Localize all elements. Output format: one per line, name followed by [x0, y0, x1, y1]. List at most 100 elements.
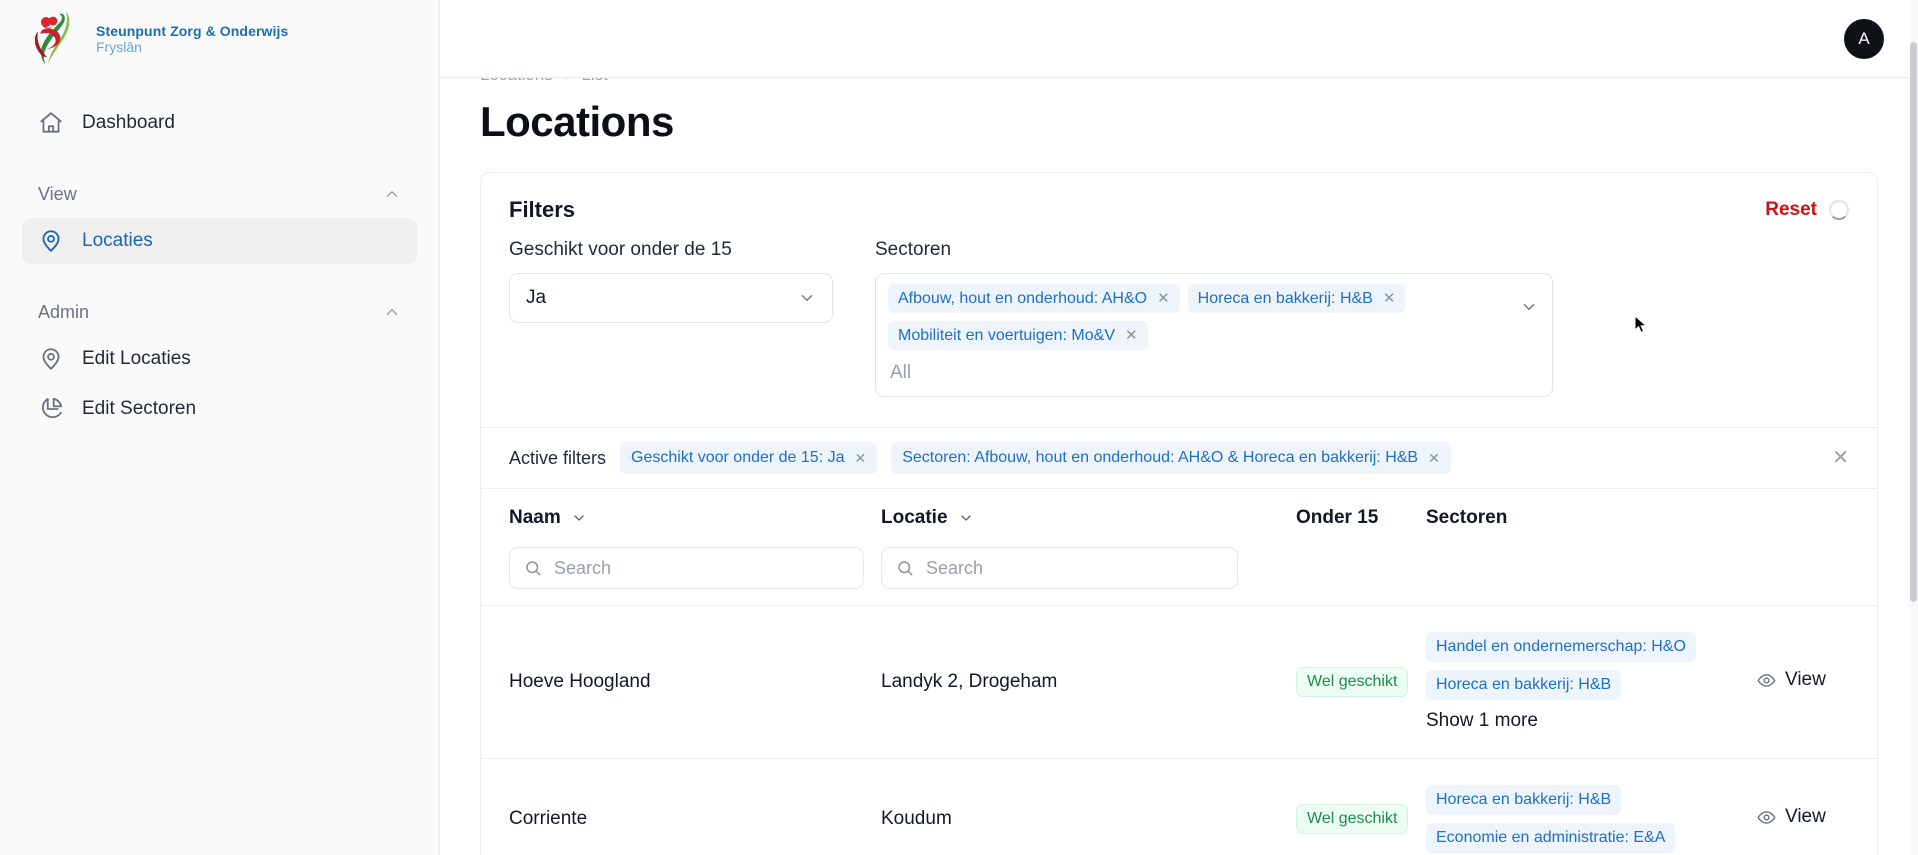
search-cell-locatie	[881, 547, 1296, 606]
brand-title: Steunpunt Zorg & Onderwijs	[96, 22, 289, 39]
column-label: Locatie	[881, 507, 948, 529]
loading-spinner-icon	[1829, 200, 1849, 220]
reset-button[interactable]: Reset	[1765, 199, 1817, 221]
close-icon[interactable]: ✕	[1125, 327, 1138, 345]
column-header-sectoren: Sectoren	[1426, 488, 1757, 548]
map-pin-icon	[42, 230, 60, 252]
cell-naam: Corriente	[481, 758, 881, 855]
filter-sectoren-label: Sectoren	[875, 239, 952, 260]
sector-chip: Horeca en bakkerij: H&B	[1426, 670, 1622, 701]
sort-locatie[interactable]: Locatie	[881, 507, 1296, 529]
sidebar-item-label: Locaties	[82, 230, 153, 251]
clear-all-filters-icon[interactable]: ✕	[1832, 448, 1849, 468]
view-label: View	[1785, 806, 1826, 828]
sidebar-section-label: View	[38, 183, 77, 204]
sidebar-item-label: Edit Locaties	[82, 348, 191, 369]
cell-onder15: Wel geschikt	[1296, 758, 1426, 855]
close-icon[interactable]: ✕	[1428, 450, 1440, 467]
show-more-link[interactable]: Show 1 more	[1426, 710, 1538, 732]
eye-icon	[1757, 810, 1776, 824]
search-icon	[898, 561, 913, 576]
table-row[interactable]: Hoeve Hoogland Landyk 2, Drogeham Wel ge…	[481, 605, 1877, 759]
sidebar-item-locaties[interactable]: Locaties	[22, 218, 417, 264]
active-filter-chip-under15[interactable]: Geschikt voor onder de 15: Ja ✕	[620, 442, 878, 475]
chevron-down-icon[interactable]	[1520, 298, 1538, 316]
reset-area: Reset	[1765, 199, 1849, 221]
column-header-naam: Naam	[481, 488, 881, 548]
sidebar-section-label: Admin	[38, 301, 90, 322]
sidebar-item-edit-sectoren[interactable]: Edit Sectoren	[22, 386, 417, 432]
chevron-down-icon	[801, 295, 813, 301]
sector-chip-list: Horeca en bakkerij: H&B Economie en admi…	[1426, 785, 1757, 854]
topbar: A	[440, 0, 1918, 78]
sectoren-chip[interactable]: Horeca en bakkerij: H&B ✕	[1187, 284, 1406, 314]
filter-under15-label: Geschikt voor onder de 15	[509, 239, 732, 260]
cell-sectoren: Horeca en bakkerij: H&B Economie en admi…	[1426, 758, 1757, 855]
table-header-row: Naam Locatie Onder 15 Sectoren	[481, 488, 1877, 548]
filters-body: Geschikt voor onder de 15 Ja Sectoren Af…	[481, 231, 1877, 427]
page-scrollbar[interactable]	[1909, 0, 1918, 855]
chip-label: Afbouw, hout en onderhoud: AH&O	[898, 290, 1148, 307]
close-icon[interactable]: ✕	[854, 450, 866, 467]
cell-actions: View	[1757, 605, 1877, 759]
locatie-search-input[interactable]	[924, 556, 1223, 580]
column-header-locatie: Locatie	[881, 488, 1296, 548]
breadcrumb-item-list[interactable]: List	[581, 78, 607, 85]
pie-chart-icon	[42, 397, 63, 419]
sidebar-section-admin[interactable]: Admin	[22, 292, 417, 332]
chevron-up-icon	[386, 309, 398, 315]
brand-subtitle: Fryslân	[96, 39, 142, 55]
search-cell-empty-onder15	[1296, 547, 1426, 606]
brand-logo-block[interactable]: Steunpunt Zorg & Onderwijs Fryslân	[0, 0, 439, 78]
search-cell-naam	[481, 547, 881, 606]
view-button[interactable]: View	[1757, 806, 1826, 828]
filter-under15: Geschikt voor onder de 15 Ja	[509, 239, 833, 397]
swoosh-logo-icon	[34, 12, 70, 65]
locatie-search-box[interactable]	[881, 547, 1238, 590]
view-label: View	[1785, 669, 1826, 691]
active-filter-chip-sectoren[interactable]: Sectoren: Afbouw, hout en onderhoud: AH&…	[891, 442, 1451, 475]
avatar-initial: A	[1858, 28, 1870, 48]
filters-card: Filters Reset Geschikt voor onder de 15 …	[480, 172, 1878, 855]
sidebar-section-view[interactable]: View	[22, 174, 417, 214]
filters-header: Filters Reset	[481, 173, 1877, 231]
under15-select-value: Ja	[526, 287, 547, 308]
column-header-actions	[1757, 488, 1877, 548]
sidebar-group-view: Locaties	[22, 218, 417, 264]
breadcrumb-separator-icon: ›	[565, 78, 570, 83]
naam-search-input[interactable]	[552, 556, 849, 580]
status-badge: Wel geschikt	[1296, 667, 1409, 698]
column-header-onder15: Onder 15	[1296, 488, 1426, 548]
sort-naam[interactable]: Naam	[509, 507, 881, 529]
active-filters-label: Active filters	[509, 447, 607, 468]
close-icon[interactable]: ✕	[1157, 290, 1170, 308]
naam-search-box[interactable]	[509, 547, 864, 590]
sectoren-chip[interactable]: Afbouw, hout en onderhoud: AH&O ✕	[888, 284, 1180, 314]
sectoren-multiselect[interactable]: Afbouw, hout en onderhoud: AH&O ✕ Horeca…	[875, 273, 1553, 398]
table-row[interactable]: Corriente Koudum Wel geschikt Horeca en …	[481, 758, 1877, 855]
breadcrumb: Locations › List	[474, 78, 1884, 86]
sidebar-item-dashboard[interactable]: Dashboard	[22, 100, 417, 146]
view-button[interactable]: View	[1757, 669, 1826, 691]
active-filters-bar: Active filters Geschikt voor onder de 15…	[481, 427, 1877, 488]
locations-table: Naam Locatie Onder 15 Sectoren Search Se…	[481, 488, 1877, 855]
close-icon[interactable]: ✕	[1383, 290, 1396, 308]
breadcrumb-item-locations[interactable]: Locations	[480, 78, 553, 85]
sectoren-chip[interactable]: Mobiliteit en voertuigen: Mo&V ✕	[888, 321, 1148, 351]
scrollbar-thumb[interactable]	[1910, 42, 1917, 602]
search-cell-empty-sectoren	[1426, 547, 1757, 606]
chip-label: Mobiliteit en voertuigen: Mo&V	[898, 327, 1115, 345]
sidebar-item-edit-locaties[interactable]: Edit Locaties	[22, 336, 417, 382]
chip-label: Horeca en bakkerij: H&B	[1197, 290, 1373, 307]
filters-title: Filters	[509, 197, 576, 222]
sidebar-group-admin: Edit Locaties Edit Sectoren	[22, 336, 417, 432]
under15-select[interactable]: Ja	[509, 273, 833, 323]
cell-locatie: Landyk 2, Drogeham	[881, 605, 1296, 759]
chevron-down-icon	[960, 515, 971, 522]
search-icon	[526, 561, 541, 576]
avatar[interactable]: A	[1844, 18, 1884, 59]
sidebar-nav: Dashboard View Locaties Admin Edit Locat…	[0, 78, 439, 436]
sector-chip: Economie en administratie: E&A	[1426, 823, 1676, 854]
main-area: A Locations › List Locations Filters Res…	[440, 0, 1918, 855]
status-badge: Wel geschikt	[1296, 804, 1409, 835]
